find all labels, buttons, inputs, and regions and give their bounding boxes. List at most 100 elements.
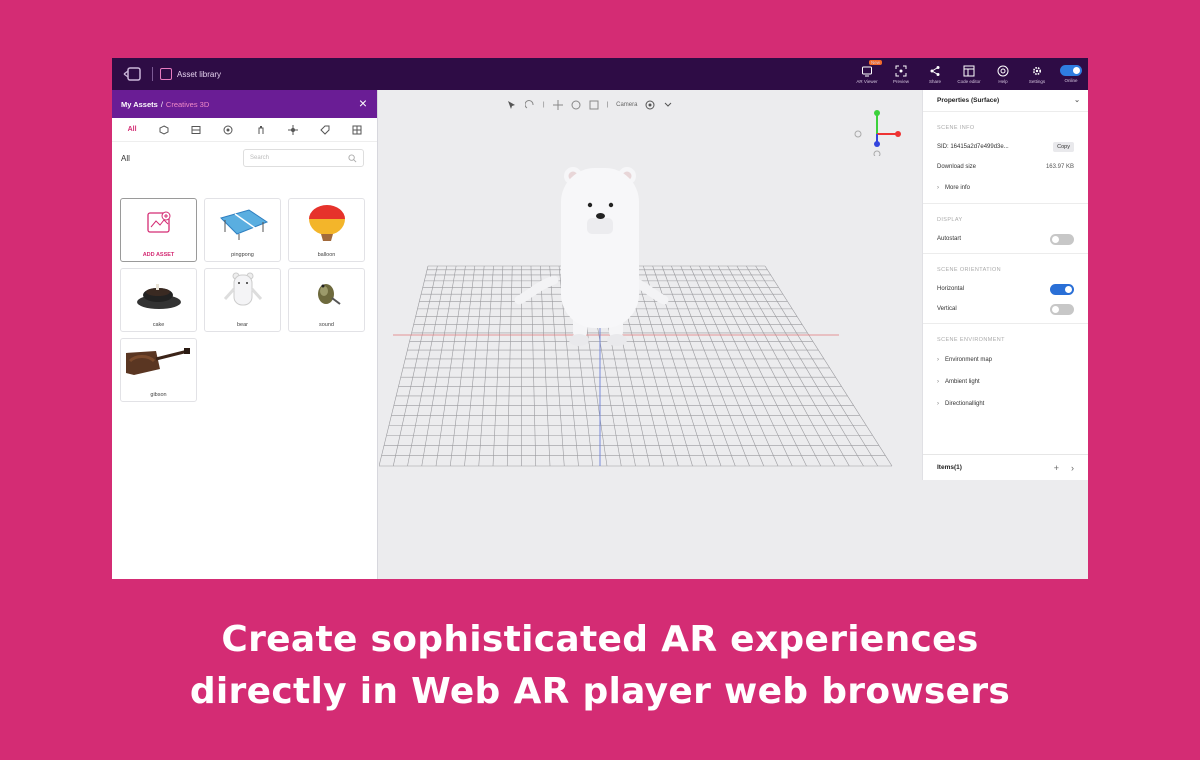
section-title: SCENE ENVIRONMENT	[937, 337, 1005, 343]
env-item-label: Ambient light	[945, 379, 980, 385]
directional-light-expander[interactable]: › Directionallight	[937, 393, 1074, 415]
chevron-right-icon: ›	[937, 401, 939, 407]
select-tool-icon[interactable]	[507, 100, 517, 110]
asset-card[interactable]: balloon	[288, 198, 365, 262]
asset-library-label: Asset library	[177, 69, 222, 79]
sid-value: SID: 16415a2d7e499d3e...	[937, 144, 1009, 150]
sid-row: SID: 16415a2d7e499d3e... Copy	[937, 137, 1074, 157]
asset-library-icon	[160, 68, 172, 80]
asset-card[interactable]: gibson	[120, 338, 197, 402]
light-icon	[287, 124, 298, 135]
scene-stage[interactable]	[379, 90, 920, 579]
asset-name: ADD ASSET	[142, 252, 175, 258]
online-toggle[interactable]: Online	[1054, 58, 1088, 90]
editor-window: Asset library New AR Viewer Preview Shar…	[112, 58, 1088, 579]
scene-info-section: SCENE INFO SID: 16415a2d7e499d3e... Copy…	[923, 125, 1088, 199]
download-size-row: Download size 163.97 KB	[937, 157, 1074, 177]
asset-card[interactable]: pingpong	[204, 198, 281, 262]
gear-icon	[1032, 66, 1042, 75]
copy-button[interactable]: Copy	[1053, 142, 1074, 152]
asset-library-button[interactable]: Asset library	[160, 67, 221, 81]
search-input[interactable]: Search	[243, 149, 364, 167]
share-button[interactable]: Share	[918, 58, 952, 90]
asset-name: sound	[319, 322, 334, 328]
settings-label: Settings	[1028, 78, 1046, 84]
tab-targets[interactable]	[220, 122, 236, 138]
chevron-down-icon[interactable]	[663, 100, 673, 110]
autostart-row: Autostart	[937, 229, 1074, 249]
environment-section: SCENE ENVIRONMENT › Environment map › Am…	[923, 337, 1088, 415]
asset-card[interactable]: bear	[204, 268, 281, 332]
divider	[923, 253, 1088, 254]
tag-icon	[320, 125, 330, 135]
preview-button[interactable]: Preview	[884, 58, 918, 90]
asset-grid: ADD ASSET pingpong balloon cake bear sou…	[120, 198, 365, 402]
ar-viewer-button[interactable]: New AR Viewer	[850, 58, 884, 90]
tab-grid[interactable]	[349, 122, 365, 138]
vertical-toggle[interactable]	[1050, 303, 1074, 315]
close-icon[interactable]: ×	[359, 96, 367, 110]
vertical-row: Vertical	[937, 299, 1074, 319]
grid-line	[379, 265, 429, 467]
grid-line	[755, 265, 879, 467]
new-badge: New	[869, 60, 883, 65]
app-logo-icon[interactable]	[122, 66, 144, 82]
code-editor-button[interactable]: Code editor	[952, 58, 986, 90]
asset-card[interactable]: sound	[288, 268, 365, 332]
add-asset-card[interactable]: ADD ASSET	[120, 198, 197, 262]
asset-name: balloon	[317, 252, 336, 258]
pingpong-table-icon	[219, 209, 268, 240]
download-size-value: 163.97 KB	[1045, 164, 1074, 170]
section-title: DISPLAY	[937, 217, 963, 223]
share-label: Share	[928, 78, 941, 84]
rotate-icon[interactable]	[571, 100, 581, 110]
toolbar-tools: New AR Viewer Preview Share Code editor …	[850, 58, 1088, 90]
tab-all[interactable]: All	[124, 122, 140, 138]
3d-model-icon	[159, 124, 169, 135]
scale-icon[interactable]	[589, 100, 599, 110]
ambient-light-expander[interactable]: › Ambient light	[937, 371, 1074, 393]
move-icon[interactable]	[552, 100, 563, 110]
caption-line-1: Create sophisticated AR experiences	[221, 619, 979, 660]
grid-line	[506, 265, 513, 467]
settings-button[interactable]: Settings	[1020, 58, 1054, 90]
grid-line	[392, 265, 438, 467]
help-button[interactable]: Help	[986, 58, 1020, 90]
horizontal-toggle[interactable]	[1050, 283, 1074, 295]
autostart-toggle[interactable]	[1050, 233, 1074, 245]
scene-viewport[interactable]: | | Camera	[379, 90, 920, 579]
tab-3d-models[interactable]	[156, 122, 172, 138]
more-info-expander[interactable]: › More info	[937, 177, 1074, 199]
redo-icon[interactable]	[525, 100, 535, 110]
orientation-gizmo[interactable]	[849, 106, 909, 156]
chevron-right-icon: ›	[937, 379, 939, 385]
code-editor-label: Code editor	[957, 78, 981, 84]
category-tabs: All	[112, 118, 377, 142]
asset-panel: My Assets / Creatives 3D × All All Searc…	[112, 90, 378, 579]
properties-title: Properties (Surface)	[937, 97, 1000, 104]
top-bar: Asset library New AR Viewer Preview Shar…	[112, 58, 1088, 90]
chevron-down-icon[interactable]: ⌄	[1074, 96, 1080, 104]
breadcrumb-root[interactable]: My Assets	[121, 100, 158, 109]
tab-tags[interactable]	[317, 122, 333, 138]
camera-icon[interactable]	[645, 100, 655, 110]
search-placeholder: Search	[250, 155, 270, 161]
chevron-right-icon[interactable]: ›	[1071, 463, 1074, 473]
add-asset-icon	[146, 211, 170, 233]
tab-images[interactable]	[188, 122, 204, 138]
asset-card[interactable]: cake	[120, 268, 197, 332]
viewport-toolbar: | | Camera	[507, 100, 673, 110]
properties-header[interactable]: Properties (Surface) ⌄	[923, 90, 1088, 112]
add-icon[interactable]: +	[1054, 463, 1059, 473]
grid-line	[746, 265, 864, 467]
online-toggle-switch[interactable]	[1060, 65, 1082, 76]
items-footer: Items(1) + ›	[923, 454, 1088, 480]
chevron-right-icon: ›	[937, 357, 939, 363]
more-info-label: More info	[945, 185, 971, 191]
tab-audio[interactable]	[253, 122, 269, 138]
help-label: Help	[998, 78, 1008, 84]
share-icon	[930, 65, 940, 76]
environment-map-expander[interactable]: › Environment map	[937, 349, 1074, 371]
online-label: Online	[1064, 78, 1078, 83]
tab-lights[interactable]	[285, 122, 301, 138]
